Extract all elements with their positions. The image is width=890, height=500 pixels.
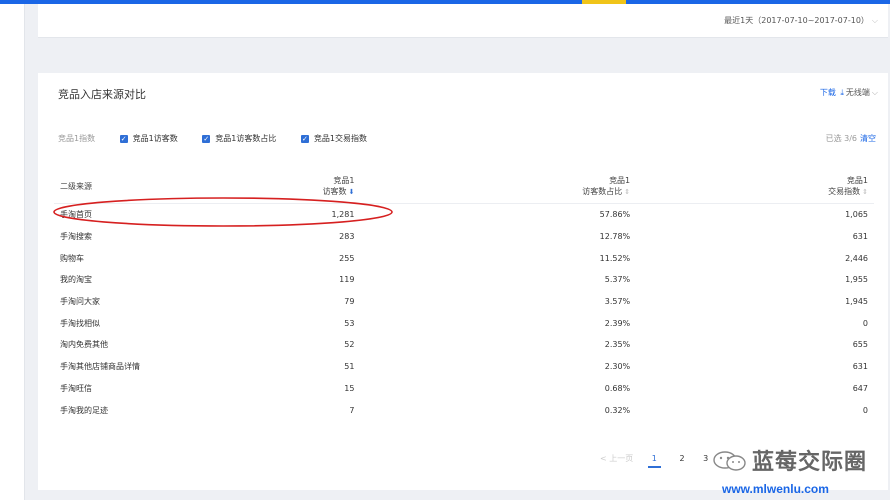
cell-visitor-share: 0.32% bbox=[604, 405, 631, 415]
table-row: 手淘其他店铺商品详情 51 2.30% 631 bbox=[54, 356, 874, 378]
cell-visitor-share: 12.78% bbox=[599, 232, 631, 242]
cell-trade-index: 647 bbox=[852, 383, 868, 393]
cell-visitors: 15 bbox=[344, 383, 355, 393]
metric-checkbox-visitor-share[interactable]: ✓ 竞品1访客数占比 bbox=[202, 133, 276, 144]
cell-trade-index: 2,446 bbox=[845, 253, 868, 263]
sort-desc-icon[interactable]: ⬇ bbox=[349, 188, 355, 196]
cell-trade-index: 631 bbox=[852, 362, 868, 372]
cell-visitors: 52 bbox=[344, 340, 355, 350]
cell-visitors: 7 bbox=[349, 405, 355, 415]
pagination: < 上一页 1 2 3 bbox=[600, 453, 724, 468]
cell-trade-index: 0 bbox=[862, 405, 868, 415]
cell-visitor-share: 3.57% bbox=[604, 297, 631, 307]
card-header-actions: 下载 ⤓ 无线端 ⌵ bbox=[820, 87, 878, 98]
metric-checkbox-trade-index[interactable]: ✓ 竞品1交易指数 bbox=[300, 133, 368, 144]
cell-trade-index: 631 bbox=[852, 232, 868, 242]
competitor-source-card: 竞品入店来源对比 下载 ⤓ 无线端 ⌵ 竞品1指数 ✓ 竞品1访客数 ✓ 竞品1访客数占… bbox=[38, 73, 888, 490]
metric-checkbox-visitors[interactable]: ✓ 竞品1访客数 bbox=[119, 133, 178, 144]
date-filter-bar: 最近1天（2017-07-10~2017-07-10） ⌵ bbox=[38, 4, 888, 38]
table-row: 手淘首页 1,281 57.86% 1,065 bbox=[54, 204, 874, 226]
table-row: 手淘搜索 283 12.78% 631 bbox=[54, 226, 874, 248]
checkbox-label: 竞品1访客数 bbox=[132, 134, 178, 143]
table-header-row: 二级来源 竞品1 访客数 ⬇ 竞品1 访客数占比 ⇕ 竞品1 交易指数 ⇕ bbox=[54, 169, 874, 204]
cell-source: 手淘其他店铺商品详情 bbox=[60, 362, 140, 372]
cell-trade-index: 0 bbox=[862, 318, 868, 328]
wechat-logo-icon bbox=[713, 451, 746, 471]
cell-source: 手淘找相似 bbox=[60, 318, 100, 328]
watermark-title: 蓝莓交际圈 bbox=[752, 449, 868, 475]
page-button-1[interactable]: 1 bbox=[647, 454, 661, 468]
download-button[interactable]: 下载 bbox=[820, 88, 836, 97]
selected-count-text: 已选 3/6 bbox=[825, 134, 857, 143]
cell-source: 手淘搜索 bbox=[60, 232, 92, 242]
watermark-url: www.mlwenlu.com bbox=[722, 482, 829, 496]
page-button-2[interactable]: 2 bbox=[679, 454, 684, 466]
cell-trade-index: 655 bbox=[852, 340, 868, 350]
table-row: 手淘找相似 53 2.39% 0 bbox=[54, 312, 874, 334]
cell-visitors: 79 bbox=[344, 297, 355, 307]
date-range-value: （2017-07-10~2017-07-10） bbox=[753, 16, 869, 25]
cell-trade-index: 1,955 bbox=[845, 275, 868, 285]
cell-visitors: 255 bbox=[339, 253, 355, 263]
cell-trade-index: 1,945 bbox=[845, 297, 868, 307]
metric-filter-row: 竞品1指数 ✓ 竞品1访客数 ✓ 竞品1访客数占比 ✓ 竞品1交易指数 bbox=[58, 133, 389, 144]
cell-visitor-share: 2.35% bbox=[604, 340, 631, 350]
table-row: 手淘问大家 79 3.57% 1,945 bbox=[54, 291, 874, 313]
table-row: 淘内免费其他 52 2.35% 655 bbox=[54, 334, 874, 356]
checkbox-checked-icon[interactable]: ✓ bbox=[119, 134, 128, 143]
chevron-down-icon: ⌵ bbox=[871, 16, 878, 25]
checkbox-label: 竞品1交易指数 bbox=[313, 134, 368, 143]
cell-visitor-share: 0.68% bbox=[604, 383, 631, 393]
cell-trade-index: 1,065 bbox=[845, 210, 868, 220]
table-row: 手淘旺信 15 0.68% 647 bbox=[54, 378, 874, 400]
column-header-trade-index[interactable]: 竞品1 交易指数 ⇕ bbox=[636, 169, 874, 204]
download-icon[interactable]: ⤓ bbox=[840, 88, 844, 97]
cell-visitors: 51 bbox=[344, 362, 355, 372]
chevron-down-icon: ⌵ bbox=[871, 88, 878, 97]
column-header-visitors[interactable]: 竞品1 访客数 ⬇ bbox=[216, 169, 361, 204]
cell-source: 手淘我的足迹 bbox=[60, 405, 108, 415]
cell-visitor-share: 5.37% bbox=[604, 275, 631, 285]
column-header-visitor-share[interactable]: 竞品1 访客数占比 ⇕ bbox=[360, 169, 637, 204]
sort-icon[interactable]: ⇕ bbox=[862, 188, 868, 196]
left-sidebar bbox=[0, 4, 25, 500]
cell-visitor-share: 57.86% bbox=[599, 210, 631, 220]
cell-visitor-share: 11.52% bbox=[599, 253, 631, 263]
cell-visitors: 283 bbox=[339, 232, 355, 242]
watermark: 蓝莓交际圈 www.mlwenlu.com bbox=[708, 444, 888, 498]
cell-visitors: 1,281 bbox=[331, 210, 355, 220]
cell-source: 手淘旺信 bbox=[60, 383, 92, 393]
date-range-selector[interactable]: 最近1天（2017-07-10~2017-07-10） ⌵ bbox=[724, 15, 878, 26]
selected-count: 已选 3/6 清空 bbox=[826, 133, 876, 144]
cell-visitor-share: 2.30% bbox=[604, 362, 631, 372]
table-row: 我的淘宝 119 5.37% 1,955 bbox=[54, 269, 874, 291]
checkbox-checked-icon[interactable]: ✓ bbox=[300, 134, 309, 143]
column-header-source: 二级来源 bbox=[54, 169, 217, 204]
cell-visitors: 119 bbox=[339, 275, 355, 285]
source-table: 二级来源 竞品1 访客数 ⬇ 竞品1 访客数占比 ⇕ 竞品1 交易指数 ⇕ 手淘首页 1,28… bbox=[54, 169, 874, 421]
cell-visitor-share: 2.39% bbox=[604, 318, 631, 328]
checkbox-label: 竞品1访客数占比 bbox=[215, 134, 277, 143]
table-row: 手淘我的足迹 7 0.32% 0 bbox=[54, 399, 874, 421]
checkbox-checked-icon[interactable]: ✓ bbox=[202, 134, 211, 143]
device-select[interactable]: 无线端 bbox=[846, 88, 870, 97]
prev-page-button[interactable]: < 上一页 bbox=[600, 454, 633, 463]
date-range-label: 最近1天 bbox=[724, 16, 754, 25]
table-row: 购物车 255 11.52% 2,446 bbox=[54, 247, 874, 269]
cell-source: 手淘问大家 bbox=[60, 297, 100, 307]
cell-source: 手淘首页 bbox=[60, 210, 92, 220]
sort-icon[interactable]: ⇕ bbox=[624, 188, 630, 196]
cell-source: 购物车 bbox=[60, 253, 84, 263]
card-title: 竞品入店来源对比 bbox=[58, 88, 146, 101]
clear-button[interactable]: 清空 bbox=[860, 134, 876, 143]
cell-visitors: 53 bbox=[344, 318, 355, 328]
cell-source: 淘内免费其他 bbox=[60, 340, 108, 350]
cell-source: 我的淘宝 bbox=[60, 275, 92, 285]
filter-group-label: 竞品1指数 bbox=[58, 134, 96, 143]
